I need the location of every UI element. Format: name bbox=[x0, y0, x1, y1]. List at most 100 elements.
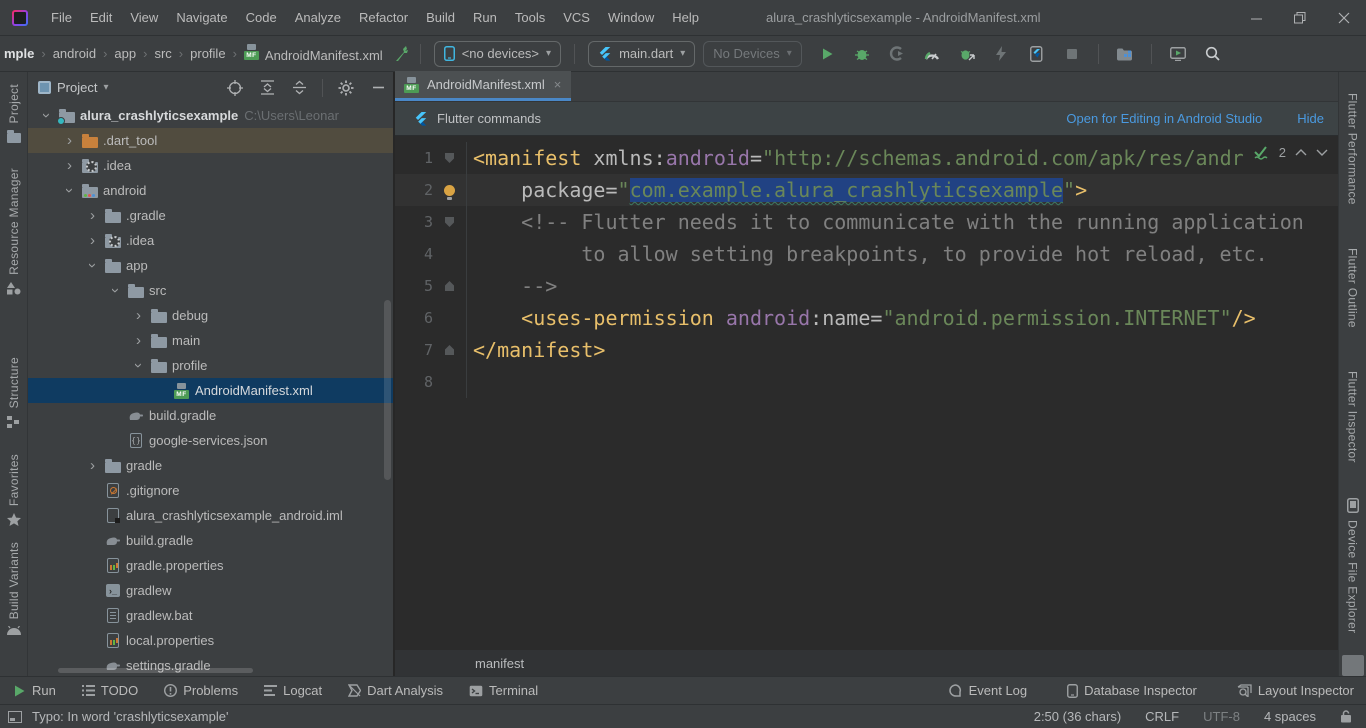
menu-item-code[interactable]: Code bbox=[237, 7, 286, 28]
tool-stripe-build-variants[interactable]: Build Variants bbox=[7, 542, 21, 635]
tool-window-button-event-log[interactable]: Event Log bbox=[949, 683, 1028, 698]
tab-androidmanifest[interactable]: AndroidManifest.xml × bbox=[395, 71, 571, 101]
tree-item-profile[interactable]: ›profile bbox=[28, 353, 393, 378]
tool-window-button-problems[interactable]: Problems bbox=[164, 683, 238, 698]
breadcrumb-manifest[interactable]: manifest bbox=[475, 656, 524, 671]
minimize-button[interactable] bbox=[1234, 0, 1278, 36]
chevron-down-icon[interactable]: › bbox=[108, 280, 123, 301]
tree-horizontal-scrollbar[interactable] bbox=[58, 668, 253, 673]
tree-item-gradle[interactable]: ›gradle bbox=[28, 453, 393, 478]
menu-item-build[interactable]: Build bbox=[417, 7, 464, 28]
tree-item-google-services-json[interactable]: {}google-services.json bbox=[28, 428, 393, 453]
tree-item-gradle-properties[interactable]: gradle.properties bbox=[28, 553, 393, 578]
tree-item-alura-crashlyticsexample-android-iml[interactable]: alura_crashlyticsexample_android.iml bbox=[28, 503, 393, 528]
tree-item-local-properties[interactable]: local.properties bbox=[28, 628, 393, 653]
menu-item-navigate[interactable]: Navigate bbox=[167, 7, 236, 28]
breadcrumb-androidmanifest-xml[interactable]: AndroidManifest.xml bbox=[242, 44, 385, 63]
menu-item-run[interactable]: Run bbox=[464, 7, 506, 28]
tree-item-main[interactable]: ›main bbox=[28, 328, 393, 353]
chevron-right-icon[interactable]: › bbox=[128, 333, 149, 348]
wrench-icon[interactable] bbox=[393, 45, 411, 63]
tree-item-build-gradle[interactable]: build.gradle bbox=[28, 403, 393, 428]
menu-item-vcs[interactable]: VCS bbox=[554, 7, 599, 28]
run-icon[interactable] bbox=[818, 45, 836, 63]
tree-item-build-gradle[interactable]: build.gradle bbox=[28, 528, 393, 553]
flutter-attach-icon[interactable] bbox=[1028, 45, 1046, 63]
tree-item-gradlew[interactable]: ›_gradlew bbox=[28, 578, 393, 603]
tree-item-app[interactable]: ›app bbox=[28, 253, 393, 278]
tree-item-alura-crashlyticsexample[interactable]: ›alura_crashlyticsexampleC:\Users\Leonar bbox=[28, 103, 393, 128]
menu-item-tools[interactable]: Tools bbox=[506, 7, 554, 28]
menu-item-window[interactable]: Window bbox=[599, 7, 663, 28]
tool-window-button-terminal[interactable]: Terminal bbox=[469, 683, 538, 698]
collapse-all-icon[interactable] bbox=[290, 79, 308, 97]
run-config-selector[interactable]: main.dart▾ bbox=[588, 41, 695, 67]
chevron-right-icon[interactable]: › bbox=[128, 308, 149, 323]
device-selector[interactable]: <no devices>▾ bbox=[434, 41, 561, 67]
menu-item-analyze[interactable]: Analyze bbox=[286, 7, 350, 28]
attach-debugger-icon[interactable] bbox=[958, 45, 976, 63]
breadcrumb-src[interactable]: src bbox=[152, 46, 173, 61]
chevron-down-icon[interactable]: › bbox=[39, 105, 54, 126]
open-in-android-studio-link[interactable]: Open for Editing in Android Studio bbox=[1066, 111, 1262, 126]
expand-all-icon[interactable] bbox=[258, 79, 276, 97]
tool-stripe-device-file-explorer[interactable]: Device File Explorer bbox=[1346, 498, 1360, 633]
tool-stripe-flutter-outline[interactable]: Flutter Outline bbox=[1346, 241, 1360, 328]
tree-item-android[interactable]: ›android bbox=[28, 178, 393, 203]
tool-stripe-project[interactable]: Project bbox=[7, 84, 21, 146]
running-devices-icon[interactable] bbox=[1169, 45, 1187, 63]
menu-item-help[interactable]: Help bbox=[663, 7, 708, 28]
tree-item--gitignore[interactable]: .gitignore bbox=[28, 478, 393, 503]
tool-stripe-flutter-inspector[interactable]: Flutter Inspector bbox=[1346, 364, 1360, 463]
tool-window-button-todo[interactable]: TODO bbox=[82, 683, 138, 698]
hide-banner-link[interactable]: Hide bbox=[1297, 111, 1324, 126]
indent[interactable]: 4 spaces bbox=[1264, 709, 1316, 724]
chevron-right-icon[interactable]: › bbox=[82, 208, 103, 223]
hot-reload-icon[interactable] bbox=[993, 45, 1011, 63]
search-everywhere-icon[interactable] bbox=[1204, 45, 1222, 63]
hide-panel-icon[interactable] bbox=[369, 79, 387, 97]
tool-stripe-resource-manager[interactable]: Resource Manager bbox=[7, 168, 21, 295]
chevron-down-icon[interactable]: › bbox=[131, 355, 146, 376]
tool-window-button-run[interactable]: Run bbox=[12, 683, 56, 698]
chevron-right-icon[interactable]: › bbox=[59, 133, 80, 148]
tree-item-debug[interactable]: ›debug bbox=[28, 303, 393, 328]
chevron-right-icon[interactable]: › bbox=[82, 458, 103, 473]
tool-window-button-database[interactable]: Database Inspector bbox=[1067, 683, 1197, 698]
settings-gear-icon[interactable] bbox=[337, 79, 355, 97]
fold-marker-icon[interactable] bbox=[433, 206, 467, 238]
tree-item-gradlew-bat[interactable]: gradlew.bat bbox=[28, 603, 393, 628]
tree-item--dart-tool[interactable]: ›.dart_tool bbox=[28, 128, 393, 153]
chevron-down-icon[interactable]: › bbox=[85, 255, 100, 276]
tab-close-icon[interactable]: × bbox=[554, 77, 562, 92]
fold-marker-icon[interactable] bbox=[433, 142, 467, 174]
locate-file-icon[interactable] bbox=[226, 79, 244, 97]
tree-item--idea[interactable]: ›.idea bbox=[28, 228, 393, 253]
tree-vertical-scrollbar[interactable] bbox=[384, 300, 391, 480]
profile-icon[interactable] bbox=[888, 45, 906, 63]
tree-item--gradle[interactable]: ›.gradle bbox=[28, 203, 393, 228]
code-line-4[interactable]: 4 to allow setting breakpoints, to provi… bbox=[395, 238, 1338, 270]
tool-window-button-layout[interactable]: Layout Inspector bbox=[1237, 683, 1354, 698]
debug-icon[interactable] bbox=[853, 45, 871, 63]
close-button[interactable] bbox=[1322, 0, 1366, 36]
unlock-icon[interactable] bbox=[1340, 710, 1352, 723]
code-line-5[interactable]: 5 --> bbox=[395, 270, 1338, 302]
tool-stripe-favorites[interactable]: Favorites bbox=[7, 454, 21, 526]
project-view-selector[interactable]: Project▾ bbox=[38, 80, 109, 95]
code-line-1[interactable]: 1<manifest xmlns:android="http://schemas… bbox=[395, 142, 1338, 174]
breadcrumb-android[interactable]: android bbox=[51, 46, 98, 61]
tool-stripe-flutter-performance[interactable]: Flutter Performance bbox=[1346, 86, 1360, 205]
device-manager-icon[interactable] bbox=[1116, 45, 1134, 63]
chevron-right-icon[interactable]: › bbox=[59, 158, 80, 173]
restore-button[interactable] bbox=[1278, 0, 1322, 36]
profiler-icon[interactable] bbox=[923, 45, 941, 63]
tool-stripe-structure[interactable]: Structure bbox=[7, 357, 21, 427]
encoding[interactable]: UTF-8 bbox=[1203, 709, 1240, 724]
breadcrumb-mple[interactable]: mple bbox=[2, 46, 36, 61]
code-line-7[interactable]: 7</manifest> bbox=[395, 334, 1338, 366]
code-line-8[interactable]: 8 bbox=[395, 366, 1338, 398]
tree-item--idea[interactable]: ›.idea bbox=[28, 153, 393, 178]
target-selector[interactable]: No Devices▾ bbox=[703, 41, 802, 67]
chevron-down-icon[interactable]: › bbox=[62, 180, 77, 201]
